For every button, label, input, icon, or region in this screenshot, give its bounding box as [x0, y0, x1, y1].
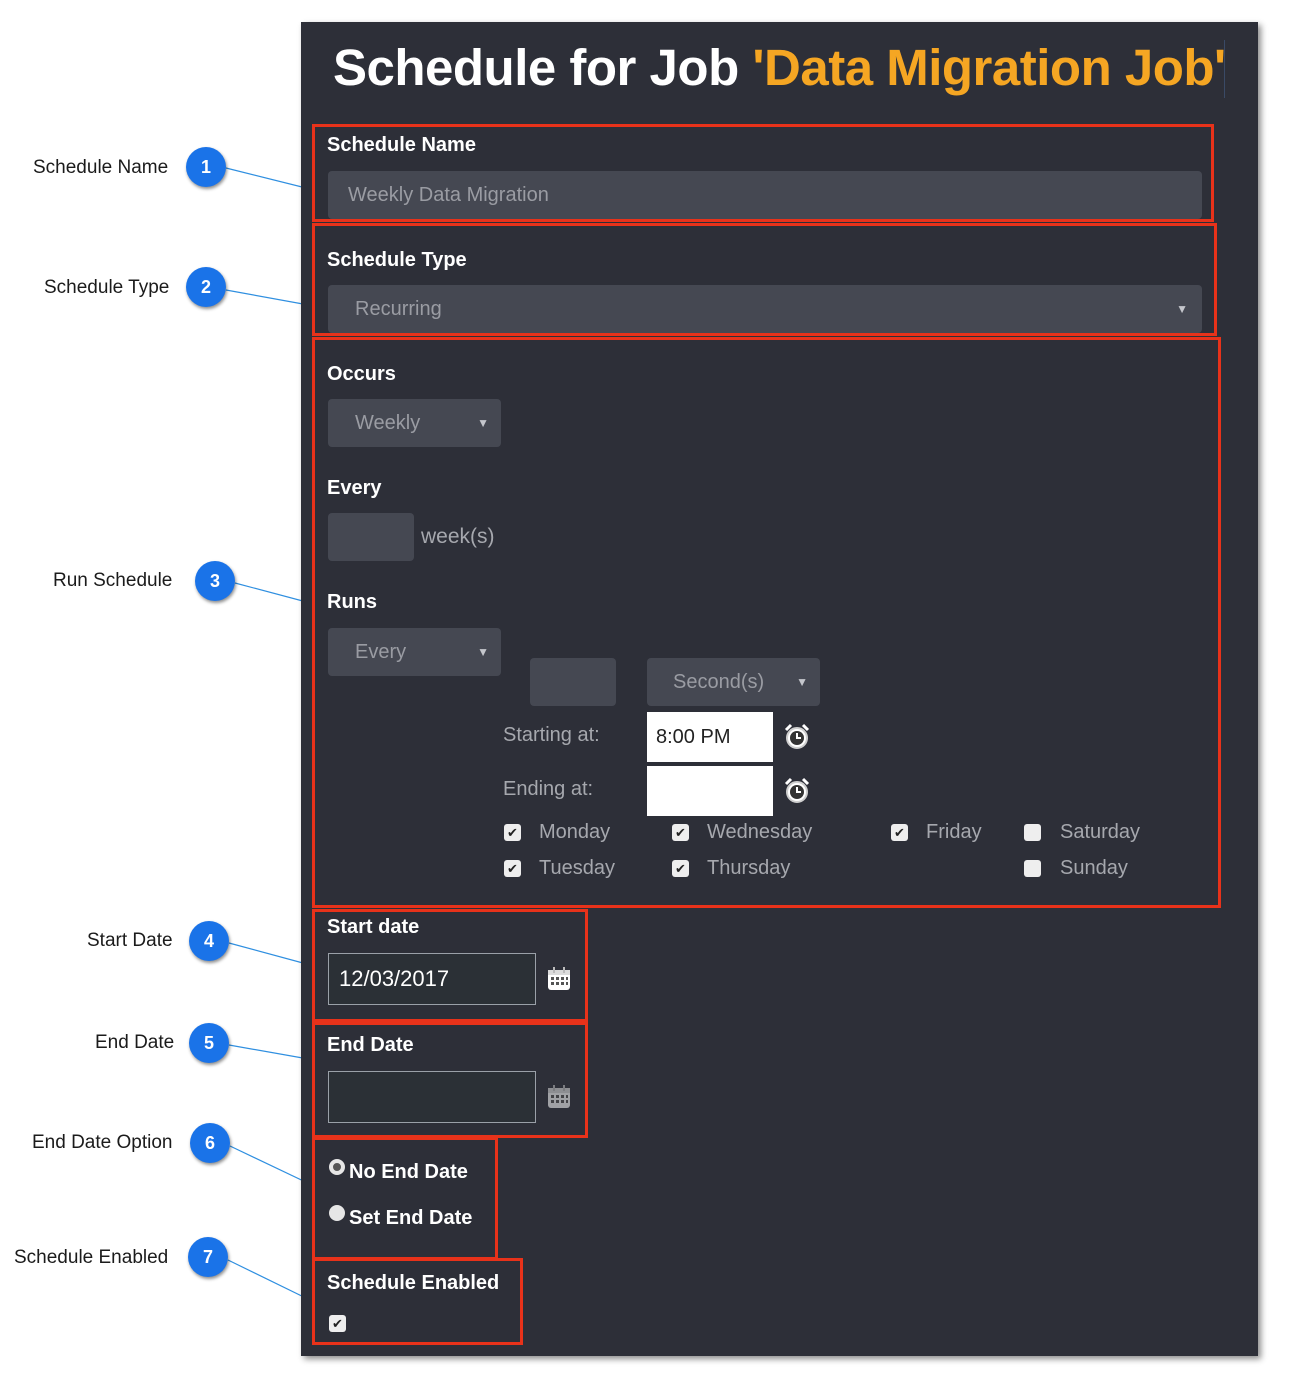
- runs-mode-value: Every: [355, 641, 407, 663]
- tuesday-label: Tuesday: [539, 857, 615, 879]
- saturday-label: Saturday: [1060, 821, 1141, 843]
- no-end-date-radio[interactable]: [329, 1159, 345, 1175]
- chevron-down-icon: ▼: [477, 416, 489, 430]
- occurs-value: Weekly: [355, 412, 421, 434]
- starting-at-label: Starting at:: [503, 724, 600, 746]
- every-label: Every: [327, 477, 382, 499]
- friday-checkbox[interactable]: ✔: [891, 824, 908, 841]
- end-date-input[interactable]: [328, 1071, 536, 1123]
- annotation-badge-2: 2: [186, 267, 226, 307]
- set-end-date-radio[interactable]: [329, 1205, 345, 1221]
- annotation-badge-4: 4: [189, 921, 229, 961]
- runs-interval-unit-select[interactable]: Second(s) ▼: [647, 658, 820, 706]
- monday-checkbox[interactable]: ✔: [504, 824, 521, 841]
- schedule-type-value: Recurring: [355, 298, 442, 320]
- sunday-label: Sunday: [1060, 857, 1128, 879]
- calendar-icon[interactable]: [546, 966, 572, 992]
- annotation-label-5: End Date: [95, 1032, 175, 1053]
- highlight-end-date-option: [312, 1137, 498, 1260]
- starting-at-input[interactable]: 8:00 PM: [647, 712, 773, 762]
- end-date-label: End Date: [327, 1034, 414, 1056]
- thursday-checkbox[interactable]: ✔: [672, 860, 689, 877]
- annotation-badge-5: 5: [189, 1023, 229, 1063]
- ending-at-input[interactable]: [647, 766, 773, 816]
- page-title: Schedule for Job 'Data Migration Job': [333, 39, 1226, 96]
- annotation-badge-1: 1: [186, 147, 226, 187]
- friday-label: Friday: [926, 821, 982, 843]
- runs-mode-select[interactable]: Every ▼: [328, 628, 501, 676]
- runs-interval-unit-value: Second(s): [673, 671, 765, 693]
- monday-label: Monday: [539, 821, 611, 843]
- annotation-label-6: End Date Option: [32, 1132, 173, 1153]
- schedule-enabled-checkbox[interactable]: ✔: [329, 1315, 346, 1332]
- no-end-date-label: No End Date: [349, 1161, 468, 1183]
- annotation-label-3: Run Schedule: [53, 570, 173, 591]
- wednesday-checkbox[interactable]: ✔: [672, 824, 689, 841]
- alarm-clock-icon[interactable]: [782, 722, 812, 752]
- chevron-down-icon: ▼: [1176, 302, 1188, 316]
- runs-interval-input[interactable]: [530, 658, 616, 706]
- calendar-icon[interactable]: [546, 1084, 572, 1110]
- start-date-label: Start date: [327, 916, 420, 938]
- wednesday-label: Wednesday: [707, 821, 813, 843]
- annotation-label-2: Schedule Type: [44, 277, 170, 298]
- occurs-label: Occurs: [327, 363, 396, 385]
- thursday-label: Thursday: [707, 857, 791, 879]
- ending-at-label: Ending at:: [503, 778, 594, 800]
- chevron-down-icon: ▼: [477, 645, 489, 659]
- saturday-checkbox[interactable]: ✔: [1024, 824, 1041, 841]
- schedule-name-label: Schedule Name: [327, 134, 476, 156]
- job-name: 'Data Migration Job': [752, 39, 1226, 96]
- annotation-badge-6: 6: [190, 1123, 230, 1163]
- tuesday-checkbox[interactable]: ✔: [504, 860, 521, 877]
- title-divider: [1224, 40, 1225, 98]
- sunday-checkbox[interactable]: ✔: [1024, 860, 1041, 877]
- runs-label: Runs: [327, 591, 377, 613]
- schedule-name-input[interactable]: Weekly Data Migration: [328, 171, 1202, 219]
- every-unit-label: week(s): [421, 525, 495, 548]
- alarm-clock-icon[interactable]: [782, 776, 812, 806]
- annotation-label-1: Schedule Name: [33, 157, 169, 178]
- occurs-select[interactable]: Weekly ▼: [328, 399, 501, 447]
- schedule-type-select[interactable]: Recurring ▼: [328, 285, 1202, 333]
- annotation-label-4: Start Date: [87, 930, 173, 951]
- annotation-badge-7: 7: [188, 1237, 228, 1277]
- schedule-enabled-label: Schedule Enabled: [327, 1272, 500, 1294]
- schedule-name-value: Weekly Data Migration: [348, 184, 549, 206]
- every-weeks-input[interactable]: [328, 513, 414, 561]
- annotation-label-7: Schedule Enabled: [14, 1247, 169, 1268]
- start-date-input[interactable]: 12/03/2017: [328, 953, 536, 1005]
- set-end-date-label: Set End Date: [349, 1207, 473, 1229]
- chevron-down-icon: ▼: [796, 675, 808, 689]
- annotation-badge-3: 3: [195, 561, 235, 601]
- schedule-type-label: Schedule Type: [327, 249, 467, 271]
